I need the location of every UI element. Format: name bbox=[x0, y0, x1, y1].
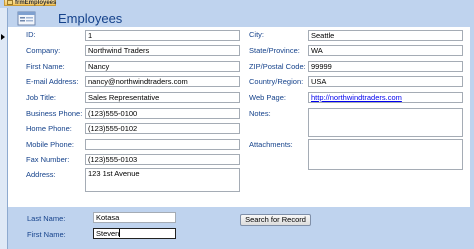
business-phone-field[interactable]: (123)555-0100 bbox=[85, 108, 240, 119]
web-page-label: Web Page: bbox=[249, 93, 286, 102]
address-label: Address: bbox=[26, 170, 56, 179]
first-name-field[interactable]: Nancy bbox=[85, 61, 240, 72]
form-tab[interactable]: frmEmployees bbox=[4, 0, 56, 6]
search-first-name-value: Steven bbox=[96, 229, 120, 238]
search-first-name-input[interactable]: Steven bbox=[93, 228, 176, 239]
address-field[interactable]: 123 1st Avenue bbox=[85, 168, 240, 192]
business-phone-label: Business Phone: bbox=[26, 109, 83, 118]
first-name-label: First Name: bbox=[26, 62, 65, 71]
notes-field[interactable] bbox=[308, 108, 463, 137]
city-field[interactable]: Seattle bbox=[308, 30, 463, 41]
id-label: ID: bbox=[26, 30, 36, 39]
state-province-label: State/Province: bbox=[249, 46, 300, 55]
job-title-label: Job Title: bbox=[26, 93, 57, 102]
company-label: Company: bbox=[26, 46, 61, 55]
search-first-name-label: First Name: bbox=[27, 230, 66, 239]
web-page-field[interactable]: http://northwindtraders.com bbox=[308, 92, 463, 103]
form-icon bbox=[7, 0, 13, 5]
id-field[interactable]: 1 bbox=[85, 30, 240, 41]
home-phone-field[interactable]: (123)555-0102 bbox=[85, 123, 240, 134]
notes-label: Notes: bbox=[249, 109, 271, 118]
text-caret bbox=[119, 229, 121, 237]
country-region-label: Country/Region: bbox=[249, 77, 304, 86]
email-field[interactable]: nancy@northwindtraders.com bbox=[85, 76, 240, 87]
search-last-name-label: Last Name: bbox=[27, 214, 66, 223]
mobile-phone-field[interactable] bbox=[85, 139, 240, 150]
form-tab-label: frmEmployees bbox=[15, 0, 57, 6]
home-phone-label: Home Phone: bbox=[26, 124, 72, 133]
fax-number-label: Fax Number: bbox=[26, 155, 70, 164]
fax-number-field[interactable]: (123)555-0103 bbox=[85, 154, 240, 165]
form-title: Employees bbox=[58, 11, 123, 26]
country-region-field[interactable]: USA bbox=[308, 76, 463, 87]
web-page-link[interactable]: http://northwindtraders.com bbox=[311, 93, 402, 102]
email-label: E-mail Address: bbox=[26, 77, 79, 86]
attachments-label: Attachments: bbox=[249, 140, 293, 149]
employees-form-icon bbox=[17, 11, 36, 26]
current-record-arrow-icon bbox=[1, 34, 5, 40]
zip-postal-code-label: ZIP/Postal Code: bbox=[249, 62, 306, 71]
city-label: City: bbox=[249, 30, 264, 39]
search-last-name-input[interactable]: Kotasa bbox=[93, 212, 176, 223]
job-title-field[interactable]: Sales Representative bbox=[85, 92, 240, 103]
mobile-phone-label: Mobile Phone: bbox=[26, 140, 74, 149]
company-field[interactable]: Northwind Traders bbox=[85, 45, 240, 56]
record-selector[interactable] bbox=[0, 8, 8, 249]
state-province-field[interactable]: WA bbox=[308, 45, 463, 56]
attachments-field[interactable] bbox=[308, 139, 463, 170]
search-for-record-button[interactable]: Search for Record bbox=[240, 214, 311, 226]
zip-postal-code-field[interactable]: 99999 bbox=[308, 61, 463, 72]
